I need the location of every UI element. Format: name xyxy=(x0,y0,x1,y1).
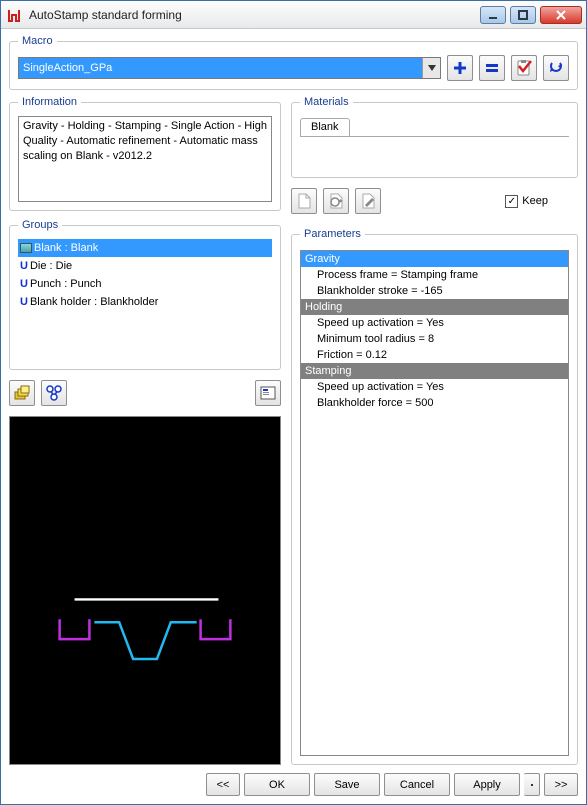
information-text: Gravity - Holding - Stamping - Single Ac… xyxy=(18,116,272,202)
layers-button[interactable] xyxy=(9,380,35,406)
information-fieldset: Information Gravity - Holding - Stamping… xyxy=(9,96,281,211)
material-import-button[interactable] xyxy=(323,188,349,214)
macro-check-button[interactable] xyxy=(511,55,537,81)
dropdown-arrow-icon xyxy=(422,58,440,78)
macro-refresh-button[interactable] xyxy=(543,55,569,81)
columns: Information Gravity - Holding - Stamping… xyxy=(9,96,578,765)
group-item-blank[interactable]: Blank : Blank xyxy=(18,239,272,257)
macro-row: SingleAction_GPa xyxy=(18,55,569,81)
macro-legend: Macro xyxy=(18,35,57,47)
save-button[interactable]: Save xyxy=(314,773,380,796)
close-button[interactable] xyxy=(540,6,582,24)
cancel-button[interactable]: Cancel xyxy=(384,773,450,796)
param-item[interactable]: Minimum tool radius = 8 xyxy=(301,331,568,347)
group-item-blankholder[interactable]: U Blank holder : Blankholder xyxy=(18,293,272,311)
app-window: AutoStamp standard forming Macro SingleA… xyxy=(0,0,587,805)
param-item[interactable]: Speed up activation = Yes xyxy=(301,315,568,331)
param-section-gravity[interactable]: Gravity xyxy=(301,251,568,267)
macro-fieldset: Macro SingleAction_GPa xyxy=(9,35,578,90)
materials-legend: Materials xyxy=(300,96,353,108)
ok-button[interactable]: OK xyxy=(244,773,310,796)
keep-checkbox[interactable]: ✓ xyxy=(505,195,518,208)
materials-toolbar: ✓ Keep xyxy=(291,186,578,220)
maximize-button[interactable] xyxy=(510,6,536,24)
macro-selected-text: SingleAction_GPa xyxy=(19,62,422,74)
material-edit-button[interactable] xyxy=(355,188,381,214)
keep-label: Keep xyxy=(522,195,548,207)
window-controls xyxy=(480,6,582,24)
link-button[interactable] xyxy=(41,380,67,406)
properties-button[interactable] xyxy=(255,380,281,406)
groups-toolbar xyxy=(9,378,281,408)
u-icon: U xyxy=(20,278,28,290)
keep-checkbox-group[interactable]: ✓ Keep xyxy=(505,195,548,208)
macro-copy-button[interactable] xyxy=(479,55,505,81)
group-item-punch[interactable]: U Punch : Punch xyxy=(18,275,272,293)
apply-button[interactable]: Apply xyxy=(454,773,520,796)
information-legend: Information xyxy=(18,96,81,108)
bottom-bar: << OK Save Cancel Apply >> xyxy=(1,769,586,804)
param-item[interactable]: Friction = 0.12 xyxy=(301,347,568,363)
window-title: AutoStamp standard forming xyxy=(29,8,480,22)
apply-dropdown-button[interactable] xyxy=(524,773,540,796)
next-button[interactable]: >> xyxy=(544,773,578,796)
app-icon xyxy=(5,6,23,24)
parameters-list[interactable]: Gravity Process frame = Stamping frame B… xyxy=(300,250,569,756)
material-new-button[interactable] xyxy=(291,188,317,214)
blank-icon xyxy=(20,243,32,253)
materials-tabs: Blank xyxy=(300,118,569,137)
titlebar: AutoStamp standard forming xyxy=(1,1,586,29)
groups-list[interactable]: Blank : Blank U Die : Die U Punch : Punc… xyxy=(18,239,272,365)
preview-viewport[interactable] xyxy=(9,416,281,765)
group-label: Blank holder : Blankholder xyxy=(30,296,158,308)
group-label: Die : Die xyxy=(30,260,72,272)
groups-fieldset: Groups Blank : Blank U Die : Die U Punc xyxy=(9,219,281,370)
macro-select[interactable]: SingleAction_GPa xyxy=(18,57,441,79)
spacer xyxy=(73,380,249,406)
minimize-button[interactable] xyxy=(480,6,506,24)
right-column: Materials Blank ✓ Keep Parameters xyxy=(291,96,578,765)
param-item[interactable]: Speed up activation = Yes xyxy=(301,379,568,395)
groups-legend: Groups xyxy=(18,219,62,231)
macro-add-button[interactable] xyxy=(447,55,473,81)
prev-button[interactable]: << xyxy=(206,773,240,796)
parameters-legend: Parameters xyxy=(300,228,365,240)
u-icon: U xyxy=(20,260,28,272)
group-label: Blank : Blank xyxy=(34,242,98,254)
body: Macro SingleAction_GPa Information Gravi… xyxy=(1,29,586,769)
group-item-die[interactable]: U Die : Die xyxy=(18,257,272,275)
param-item[interactable]: Blankholder force = 500 xyxy=(301,395,568,411)
left-column: Information Gravity - Holding - Stamping… xyxy=(9,96,281,765)
param-item[interactable]: Blankholder stroke = -165 xyxy=(301,283,568,299)
u-icon: U xyxy=(20,296,28,308)
material-tab-blank[interactable]: Blank xyxy=(300,118,350,136)
param-item[interactable]: Process frame = Stamping frame xyxy=(301,267,568,283)
param-section-holding[interactable]: Holding xyxy=(301,299,568,315)
materials-fieldset: Materials Blank xyxy=(291,96,578,178)
parameters-fieldset: Parameters Gravity Process frame = Stamp… xyxy=(291,228,578,765)
param-section-stamping[interactable]: Stamping xyxy=(301,363,568,379)
group-label: Punch : Punch xyxy=(30,278,102,290)
